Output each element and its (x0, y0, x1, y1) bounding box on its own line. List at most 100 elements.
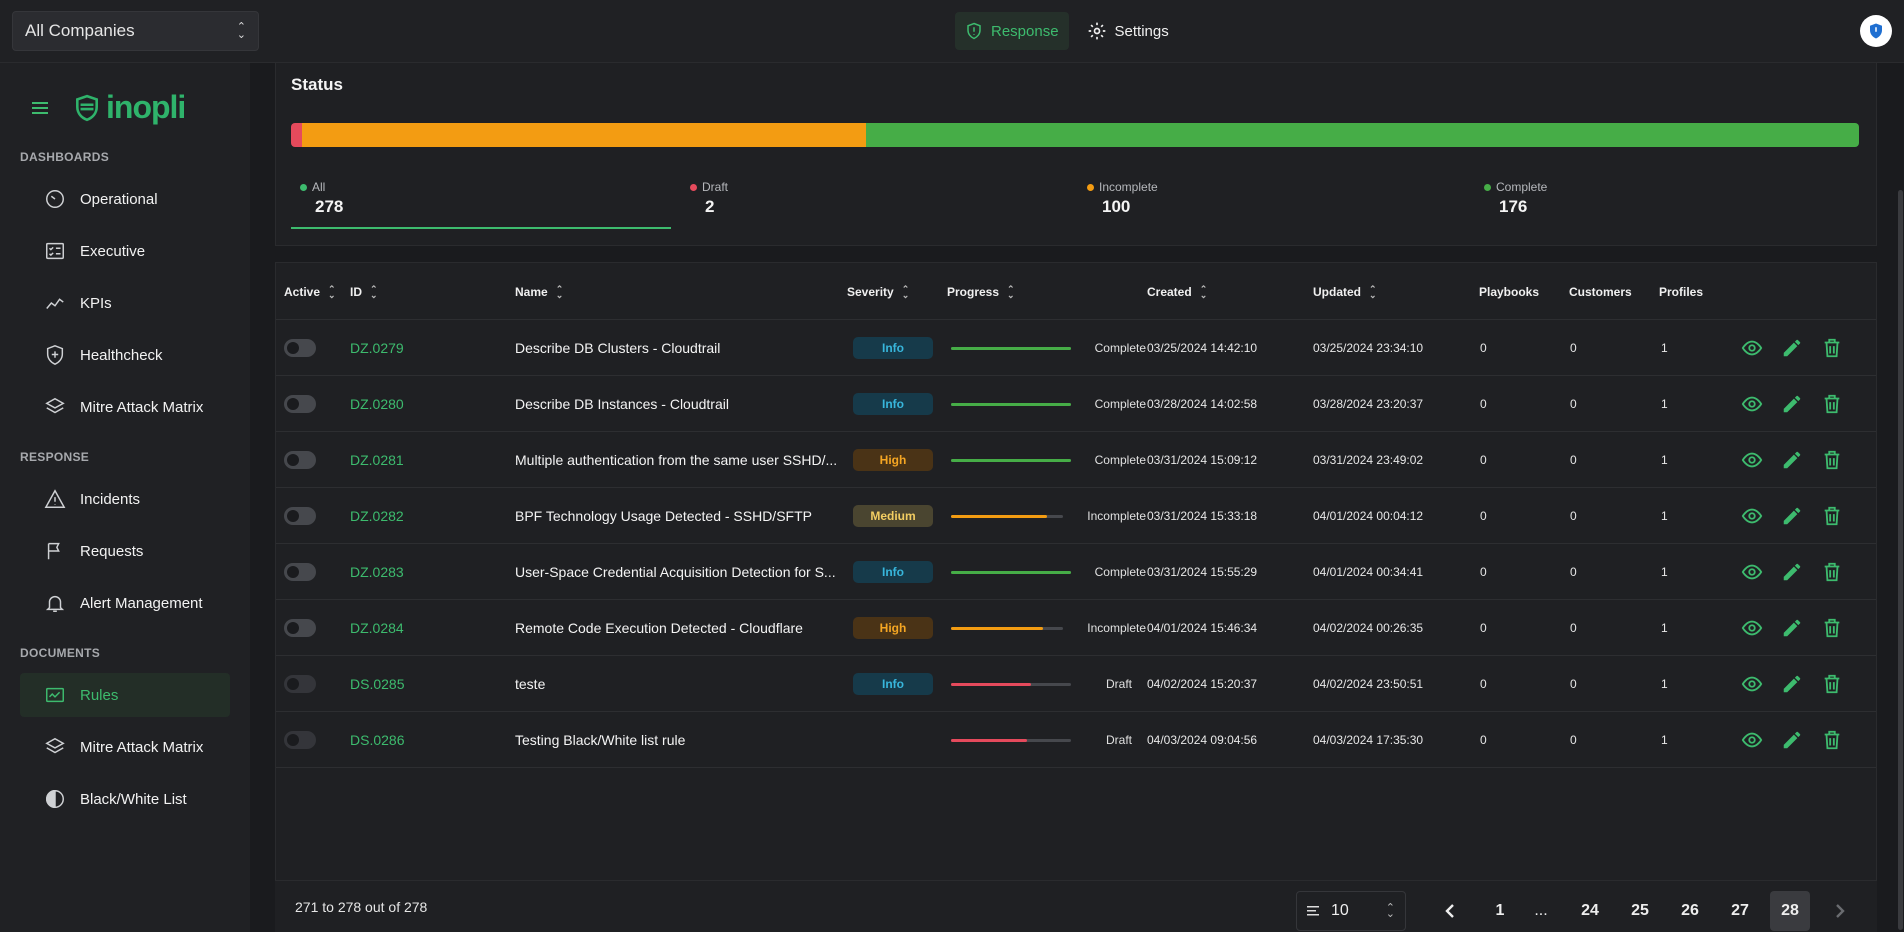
eye-icon[interactable] (1741, 337, 1763, 359)
trash-icon[interactable] (1821, 337, 1843, 359)
pencil-icon[interactable] (1781, 617, 1803, 639)
rule-id-link[interactable]: DZ.0282 (350, 508, 404, 524)
active-toggle[interactable] (284, 675, 316, 693)
cell-active (284, 376, 316, 432)
severity-badge: Info (853, 337, 933, 359)
table-row[interactable]: DZ.0284 Remote Code Execution Detected -… (276, 600, 1876, 656)
table-row[interactable]: DS.0285 teste Info Draft 04/02/2024 15:2… (276, 656, 1876, 712)
stat-draft[interactable]: Draft 2 (690, 180, 728, 217)
active-toggle[interactable] (284, 507, 316, 525)
sidebar-item-mitre-documents[interactable]: Mitre Attack Matrix (20, 725, 230, 769)
th-progress[interactable]: Progress ⌃ ⌄ (947, 285, 1015, 300)
sidebar-item-mitre-dashboard[interactable]: Mitre Attack Matrix (20, 385, 230, 429)
active-toggle[interactable] (284, 339, 316, 357)
sidebar-item-healthcheck[interactable]: Healthcheck (20, 333, 230, 377)
active-toggle[interactable] (284, 563, 316, 581)
trash-icon[interactable] (1821, 729, 1843, 751)
user-avatar[interactable] (1860, 15, 1892, 47)
rule-id-link[interactable]: DZ.0281 (350, 452, 404, 468)
active-toggle[interactable] (284, 619, 316, 637)
stat-all[interactable]: All 278 (300, 180, 343, 217)
sidebar-item-incidents[interactable]: Incidents (20, 477, 230, 521)
sidebar-item-black-white-list[interactable]: Black/White List (20, 777, 230, 821)
sidebar-item-alert-management[interactable]: Alert Management (20, 581, 230, 625)
sidebar-item-rules[interactable]: Rules (20, 673, 230, 717)
table-row[interactable]: DZ.0282 BPF Technology Usage Detected - … (276, 488, 1876, 544)
trash-icon[interactable] (1821, 505, 1843, 527)
cell-updated: 03/25/2024 23:34:10 (1313, 320, 1423, 376)
table-row[interactable]: DZ.0281 Multiple authentication from the… (276, 432, 1876, 488)
rule-id-link[interactable]: DS.0285 (350, 676, 404, 692)
menu-icon[interactable] (32, 101, 48, 114)
cell-active (284, 432, 316, 488)
section-dashboards: DASHBOARDS (20, 150, 110, 164)
th-name[interactable]: Name ⌃ ⌄ (515, 285, 563, 300)
page-button[interactable]: 27 (1720, 891, 1760, 931)
trash-icon[interactable] (1821, 449, 1843, 471)
stat-complete[interactable]: Complete 176 (1484, 180, 1547, 217)
stat-value: 176 (1499, 197, 1528, 216)
table-row[interactable]: DZ.0283 User-Space Credential Acquisitio… (276, 544, 1876, 600)
rule-id-link[interactable]: DZ.0284 (350, 620, 404, 636)
eye-icon[interactable] (1741, 449, 1763, 471)
next-page-button[interactable] (1820, 891, 1860, 931)
active-toggle[interactable] (284, 395, 316, 413)
page-button[interactable]: 25 (1620, 891, 1660, 931)
nav-response[interactable]: Response (955, 12, 1069, 50)
trash-icon[interactable] (1821, 561, 1843, 583)
page-size-select[interactable]: 10 ⌃ ⌄ (1296, 891, 1406, 931)
eye-icon[interactable] (1741, 505, 1763, 527)
eye-icon[interactable] (1741, 617, 1763, 639)
pencil-icon[interactable] (1781, 505, 1803, 527)
page-button[interactable]: 26 (1670, 891, 1710, 931)
pencil-icon[interactable] (1781, 561, 1803, 583)
sidebar-item-operational[interactable]: Operational (20, 177, 230, 221)
cell-severity: Info (853, 656, 933, 712)
table-row[interactable]: DZ.0279 Describe DB Clusters - Cloudtrai… (276, 320, 1876, 376)
trash-icon[interactable] (1821, 673, 1843, 695)
active-toggle[interactable] (284, 731, 316, 749)
active-toggle[interactable] (284, 451, 316, 469)
updated-date: 04/02/2024 00:26:35 (1313, 621, 1424, 635)
table-row[interactable]: DS.0286 Testing Black/White list rule Dr… (276, 712, 1876, 768)
page-button[interactable]: 24 (1570, 891, 1610, 931)
customers-count: 0 (1570, 341, 1577, 355)
trash-icon[interactable] (1821, 393, 1843, 415)
pencil-icon[interactable] (1781, 729, 1803, 751)
prev-page-button[interactable] (1430, 891, 1470, 931)
sidebar-item-executive[interactable]: Executive (20, 229, 230, 273)
trash-icon[interactable] (1821, 617, 1843, 639)
rule-id-link[interactable]: DZ.0280 (350, 396, 404, 412)
cell-updated: 04/02/2024 23:50:51 (1313, 656, 1423, 712)
nav-settings[interactable]: Settings (1077, 12, 1179, 50)
table-row[interactable]: DZ.0280 Describe DB Instances - Cloudtra… (276, 376, 1876, 432)
th-severity[interactable]: Severity ⌃ ⌄ (847, 285, 909, 300)
cell-active (284, 488, 316, 544)
sidebar-item-kpis[interactable]: KPIs (20, 281, 230, 325)
eye-icon[interactable] (1741, 729, 1763, 751)
scrollbar-thumb[interactable] (1898, 190, 1903, 930)
page-button[interactable]: 28 (1770, 891, 1810, 931)
th-created[interactable]: Created ⌃ ⌄ (1147, 285, 1207, 300)
cell-id: DZ.0281 (350, 432, 404, 488)
sidebar-item-requests[interactable]: Requests (20, 529, 230, 573)
eye-icon[interactable] (1741, 673, 1763, 695)
th-updated[interactable]: Updated ⌃ ⌄ (1313, 285, 1377, 300)
rule-id-link[interactable]: DZ.0283 (350, 564, 404, 580)
pencil-icon[interactable] (1781, 449, 1803, 471)
pencil-icon[interactable] (1781, 673, 1803, 695)
stat-incomplete[interactable]: Incomplete 100 (1087, 180, 1158, 217)
sidebar-item-label: Black/White List (80, 790, 187, 808)
th-active[interactable]: Active ⌃ ⌄ (284, 285, 336, 300)
cell-profiles: 1 (1661, 712, 1668, 768)
eye-icon[interactable] (1741, 393, 1763, 415)
rule-id-link[interactable]: DS.0286 (350, 732, 404, 748)
company-select[interactable]: All Companies ⌃ ⌄ (12, 11, 259, 51)
page-button[interactable]: 1 (1480, 891, 1520, 931)
eye-icon[interactable] (1741, 561, 1763, 583)
pencil-icon[interactable] (1781, 337, 1803, 359)
status-title: Status (291, 75, 343, 94)
pencil-icon[interactable] (1781, 393, 1803, 415)
rule-id-link[interactable]: DZ.0279 (350, 340, 404, 356)
th-id[interactable]: ID ⌃ ⌄ (350, 285, 378, 300)
